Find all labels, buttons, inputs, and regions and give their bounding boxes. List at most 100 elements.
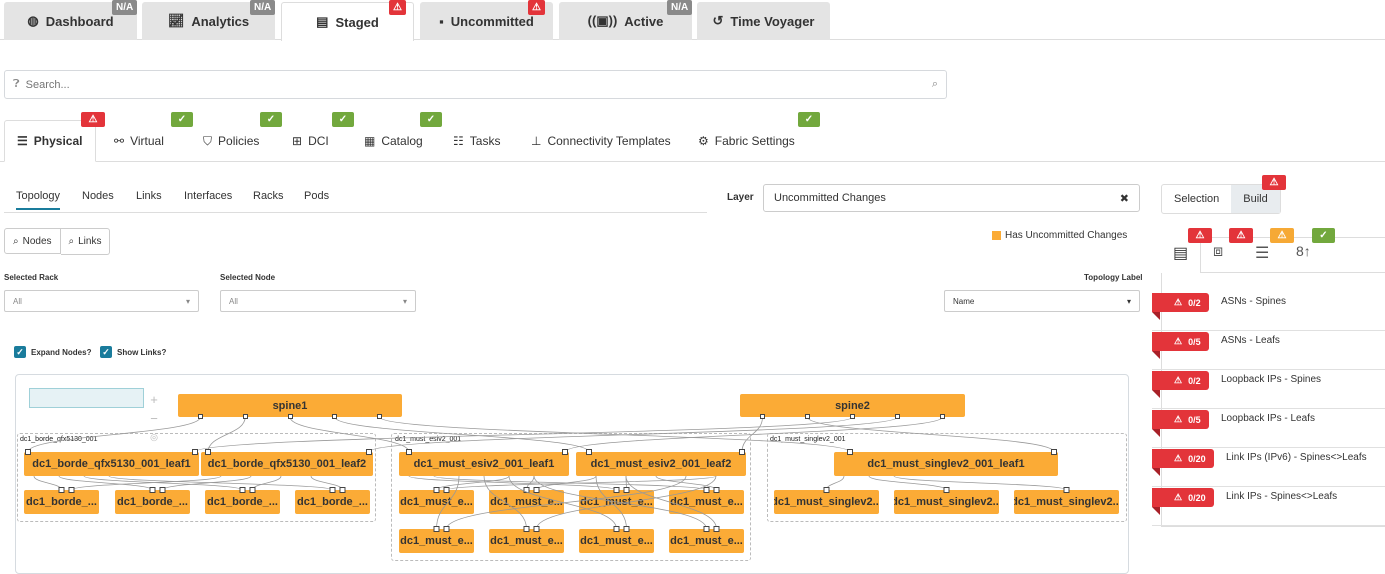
warning-icon: ⚠ [1174, 414, 1183, 424]
build-item-label: Link IPs (IPv6) - Spines<>Leafs [1226, 452, 1367, 463]
build-item[interactable]: ⚠ 0/5 ASNs - Leafs [1152, 332, 1385, 370]
selected-node-select[interactable]: All ▾ [220, 290, 416, 312]
port[interactable] [895, 414, 900, 419]
server-icon[interactable]: ☰ [1255, 243, 1269, 263]
checkbox-checked-icon: ✓ [14, 346, 26, 358]
tab-dci[interactable]: ⊞ DCI [292, 120, 329, 162]
leaf-node[interactable]: dc1_must_esiv2_001_leaf2 [576, 452, 746, 476]
error-flag: ⚠ 0/2 [1152, 371, 1209, 398]
leaf-node[interactable]: dc1_borde_qfx5130_001_leaf2 [201, 452, 373, 476]
server-node[interactable]: dc1_must_e... [579, 490, 654, 514]
leaf-node[interactable]: dc1_borde_qfx5130_001_leaf1 [24, 452, 199, 476]
search-input[interactable] [25, 78, 932, 91]
server-node[interactable]: dc1_must_e... [489, 529, 564, 553]
port[interactable] [287, 414, 293, 419]
server-node[interactable]: dc1_must_e... [669, 490, 744, 514]
port[interactable] [332, 414, 338, 419]
show-links-checkbox[interactable]: ✓ Show Links? [100, 346, 166, 358]
tab-racks[interactable]: Racks [253, 190, 284, 202]
tab-pods[interactable]: Pods [304, 190, 329, 202]
server-node[interactable]: dc1_must_e... [399, 529, 474, 553]
dashboard-gauge-icon: ◍ [27, 13, 39, 28]
tab-time-voyager[interactable]: ↺ Time Voyager [697, 2, 830, 40]
port[interactable] [197, 414, 203, 419]
settings-icon: ⚙ [698, 134, 709, 148]
build-item[interactable]: ⚠ 0/5 Loopback IPs - Leafs [1152, 410, 1385, 448]
ok-badge: ✓ [420, 112, 442, 127]
ok-badge: ✓ [260, 112, 282, 127]
checkbox-checked-icon: ✓ [100, 346, 112, 358]
tab-fabric-settings[interactable]: ⚙ Fabric Settings [698, 120, 795, 162]
selection-button[interactable]: Selection [1162, 185, 1231, 213]
server-node[interactable]: dc1_borde_... [24, 490, 99, 514]
warning-badge: ⚠ [1270, 228, 1294, 243]
port[interactable] [940, 414, 945, 419]
server-node[interactable]: dc1_borde_... [115, 490, 190, 514]
server-node[interactable]: dc1_must_e... [579, 529, 654, 553]
tab-interfaces[interactable]: Interfaces [184, 190, 232, 202]
build-item-label: Link IPs - Spines<>Leafs [1226, 491, 1338, 502]
device-profile-icon[interactable]: ⧈ [1213, 243, 1223, 261]
links-button[interactable]: ⌕ Links [60, 228, 111, 255]
server-node[interactable]: dc1_must_e... [669, 529, 744, 553]
port[interactable] [805, 414, 810, 419]
port[interactable] [242, 414, 248, 419]
legend-swatch [992, 231, 1001, 240]
port[interactable] [377, 414, 383, 419]
tab-tasks[interactable]: ☷ Tasks [453, 120, 500, 162]
tab-virtual[interactable]: ⚯ Virtual [114, 120, 164, 162]
ok-badge: ✓ [332, 112, 354, 127]
server-node[interactable]: dc1_must_singlev2... [1014, 490, 1119, 514]
ok-badge: ✓ [1312, 228, 1335, 243]
search-bar[interactable]: ❓︎ ⌕ [4, 70, 947, 99]
document-icon: ▤ [316, 14, 329, 29]
sort-icon[interactable]: 8↑ [1296, 243, 1311, 259]
port[interactable] [760, 414, 765, 419]
shield-icon: ⛉ [203, 133, 213, 148]
error-flag: ⚠ 0/5 [1152, 410, 1209, 437]
selected-rack-label: Selected Rack [4, 273, 59, 282]
layer-select[interactable]: Uncommitted Changes ✖ [763, 184, 1140, 212]
server-node[interactable]: dc1_must_e... [399, 490, 474, 514]
zoom-out-icon[interactable]: − [148, 409, 160, 428]
tab-policies[interactable]: ⛉ Policies [203, 120, 259, 162]
tab-catalog[interactable]: ▦ Catalog [364, 120, 423, 162]
tab-topology[interactable]: Topology [16, 190, 61, 210]
build-item[interactable]: ⚠ 0/2 Loopback IPs - Spines [1152, 371, 1385, 409]
server-node[interactable]: dc1_must_singlev2... [894, 490, 999, 514]
selected-rack-select[interactable]: All ▾ [4, 290, 199, 312]
warning-icon: ⚠ [1174, 297, 1183, 307]
warning-badge: ⚠ [389, 0, 406, 15]
server-node[interactable]: dc1_must_singlev2... [774, 490, 879, 514]
build-item[interactable]: ⚠ 0/20 Link IPs (IPv6) - Spines<>Leafs [1152, 449, 1385, 487]
server-node[interactable]: dc1_borde_... [205, 490, 280, 514]
ok-badge: ✓ [171, 112, 193, 127]
leaf-node[interactable]: dc1_must_singlev2_001_leaf1 [834, 452, 1058, 476]
leaf-node[interactable]: dc1_must_esiv2_001_leaf1 [399, 452, 569, 476]
build-item-label: ASNs - Leafs [1221, 335, 1280, 346]
list-icon[interactable]: ▤ [1173, 243, 1188, 263]
minimap[interactable] [29, 388, 144, 408]
server-node[interactable]: dc1_borde_... [295, 490, 370, 514]
build-item-label: ASNs - Spines [1221, 296, 1287, 307]
rack-label: dc1_borde_qfx5130_001 [20, 436, 98, 443]
port[interactable] [850, 414, 855, 419]
warning-badge: ⚠ [528, 0, 545, 15]
zoom-in-icon[interactable]: + [148, 390, 160, 409]
nodes-button[interactable]: ⌕ Nodes [4, 228, 61, 254]
topology-label-select[interactable]: Name ▾ [944, 290, 1140, 312]
divider [1200, 272, 1385, 273]
search-icon: ⌕ [68, 236, 75, 247]
tab-connectivity-templates[interactable]: ⊥ Connectivity Templates [531, 120, 671, 162]
expand-nodes-checkbox[interactable]: ✓ Expand Nodes? [14, 346, 91, 358]
warning-icon: ⚠ [1174, 336, 1183, 346]
tab-nodes[interactable]: Nodes [82, 190, 114, 202]
tab-links[interactable]: Links [136, 190, 162, 202]
clear-icon[interactable]: ✖ [1120, 192, 1129, 205]
search-icon[interactable]: ⌕ [932, 78, 938, 91]
server-node[interactable]: dc1_must_e... [489, 490, 564, 514]
build-item[interactable]: ⚠ 0/20 Link IPs - Spines<>Leafs [1152, 488, 1385, 526]
network-icon: ⚯ [114, 134, 125, 148]
dci-icon: ⊞ [292, 134, 303, 148]
build-item[interactable]: ⚠ 0/2 ASNs - Spines [1152, 293, 1385, 331]
